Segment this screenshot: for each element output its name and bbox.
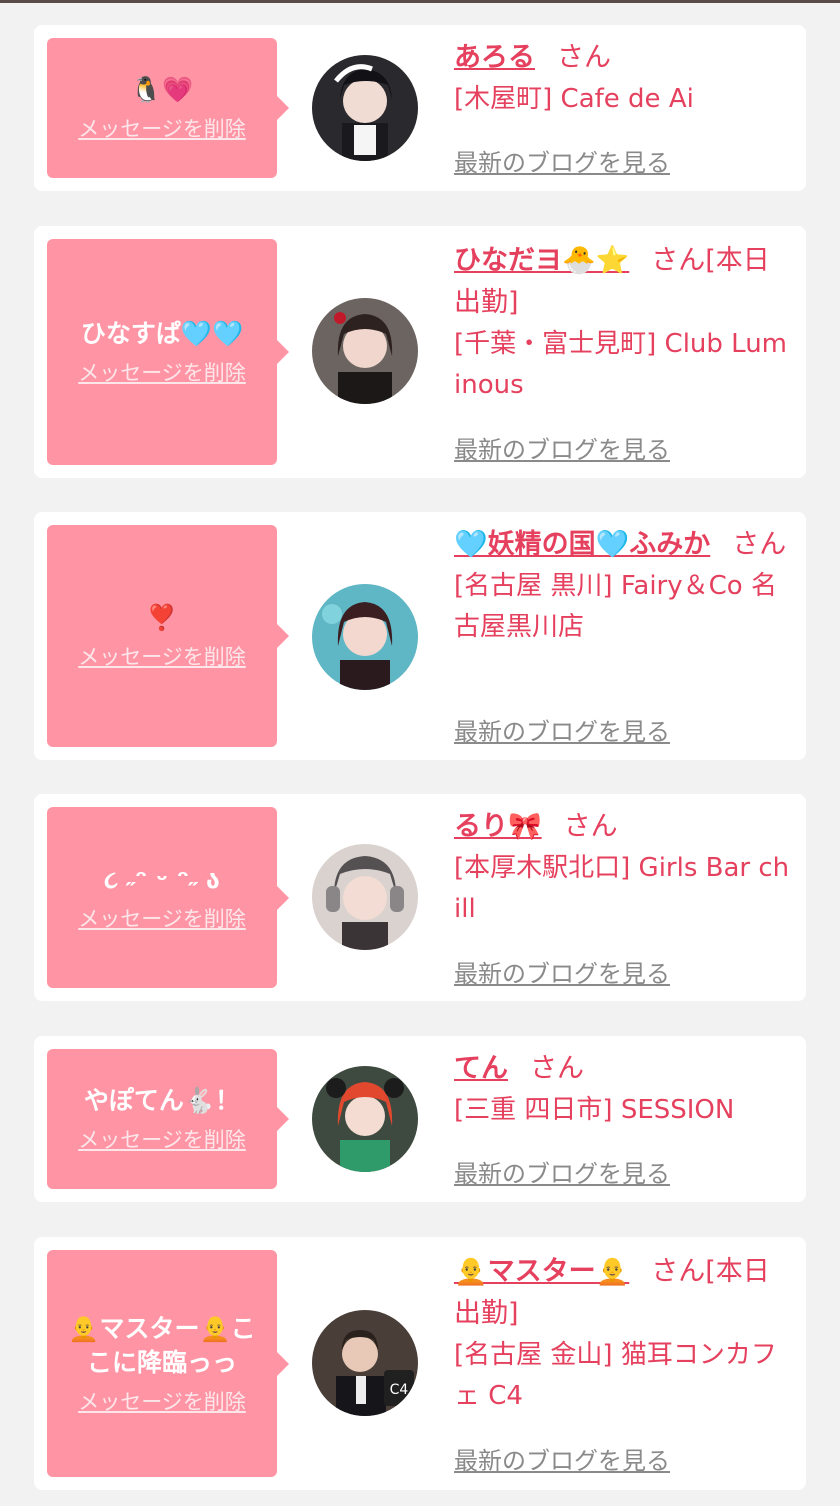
member-name-link[interactable]: あろる <box>454 42 535 73</box>
message-list: 🐧💗 メッセージを削除 あろる さん [木屋町] Cafe de Ai 最新のブロ… <box>0 0 840 1506</box>
message-text: ❣️ <box>146 603 178 632</box>
latest-blog-link[interactable]: 最新のブログを見る <box>454 1154 670 1189</box>
avatar[interactable] <box>312 1066 418 1172</box>
shop-name: [千葉・富士見町] Club Luminous <box>454 329 788 400</box>
delete-message-link[interactable]: メッセージを削除 <box>78 1386 246 1416</box>
honorific: さん <box>732 529 787 560</box>
girl-portrait-icon <box>312 298 418 404</box>
shop-name: [名古屋 金山] 猫耳コンカフェ C4 <box>454 1340 777 1411</box>
shop-name: [三重 四日市] SESSION <box>454 1095 735 1125</box>
message-text: やぽてん🐇！ <box>83 1086 241 1115</box>
message-bubble: ひなすぱ🩵🩵 メッセージを削除 <box>47 239 289 465</box>
maid-portrait-icon <box>312 55 418 161</box>
avatar[interactable] <box>312 584 418 690</box>
man-portrait-icon: C4 <box>312 1310 418 1416</box>
shop-name: [名古屋 黒川] Fairy＆Co 名古屋黒川店 <box>454 571 777 642</box>
name-line: 🩵妖精の国🩵ふみか さん <box>454 524 794 566</box>
delete-message-link[interactable]: メッセージを削除 <box>78 357 246 387</box>
honorific: さん <box>557 42 611 73</box>
message-card: ૮ ˶ᵔ ᵕ ᵔ˶ ა メッセージを削除 るり🎀 さん [本厚木駅北口] Girl… <box>34 794 806 1001</box>
message-bubble: 🧑‍🦲マスター🧑‍🦲ここに降臨っっ メッセージを削除 <box>47 1250 289 1477</box>
message-card: やぽてん🐇！ メッセージを削除 てん さん [三重 四日市] SESSION 最新… <box>34 1036 806 1202</box>
message-text: 🧑‍🦲マスター🧑‍🦲ここに降臨っっ <box>68 1313 256 1377</box>
avatar[interactable]: C4 <box>312 1310 418 1416</box>
message-text: 🐧💗 <box>130 75 194 104</box>
shop-name: [木屋町] Cafe de Ai <box>454 84 694 114</box>
latest-blog-link[interactable]: 最新のブログを見る <box>454 430 670 465</box>
avatar[interactable] <box>312 55 418 161</box>
latest-blog-link[interactable]: 最新のブログを見る <box>454 712 670 747</box>
name-line: あろる さん <box>454 37 794 79</box>
honorific: さん <box>530 1053 584 1084</box>
latest-blog-link[interactable]: 最新のブログを見る <box>454 1441 670 1476</box>
member-name-link[interactable]: るり🎀 <box>454 811 542 842</box>
message-card: 🧑‍🦲マスター🧑‍🦲ここに降臨っっ メッセージを削除 C4 🧑‍🦲マスター🧑‍🦲… <box>34 1237 806 1490</box>
avatar[interactable] <box>312 844 418 950</box>
member-info: るり🎀 さん [本厚木駅北口] Girls Bar chill <box>454 806 794 930</box>
message-text: ひなすぱ🩵🩵 <box>80 319 244 348</box>
message-bubble: ૮ ˶ᵔ ᵕ ᵔ˶ ა メッセージを削除 <box>47 807 289 988</box>
member-name-link[interactable]: てん <box>454 1053 508 1084</box>
svg-text:C4: C4 <box>390 1382 409 1398</box>
delete-message-link[interactable]: メッセージを削除 <box>78 641 246 671</box>
latest-blog-link[interactable]: 最新のブログを見る <box>454 954 670 989</box>
name-line: 🧑‍🦲マスター🧑‍🦲 さん[本日出勤] <box>454 1251 794 1335</box>
delete-message-link[interactable]: メッセージを削除 <box>78 903 246 933</box>
shop-name: [本厚木駅北口] Girls Bar chill <box>454 853 790 924</box>
message-card: ひなすぱ🩵🩵 メッセージを削除 ひなだヨ🐣⭐️ さん[本日出勤] [千葉・富士見町… <box>34 226 806 478</box>
girl-portrait-icon <box>312 844 418 950</box>
latest-blog-link[interactable]: 最新のブログを見る <box>454 143 670 178</box>
member-info: あろる さん [木屋町] Cafe de Ai <box>454 37 794 120</box>
member-info: 🩵妖精の国🩵ふみか さん [名古屋 黒川] Fairy＆Co 名古屋黒川店 <box>454 524 794 648</box>
message-bubble: 🐧💗 メッセージを削除 <box>47 38 289 178</box>
member-info: ひなだヨ🐣⭐️ さん[本日出勤] [千葉・富士見町] Club Luminous <box>454 240 794 406</box>
member-name-link[interactable]: 🧑‍🦲マスター🧑‍🦲 <box>454 1256 629 1287</box>
name-line: ひなだヨ🐣⭐️ さん[本日出勤] <box>454 240 794 324</box>
member-info: 🧑‍🦲マスター🧑‍🦲 さん[本日出勤] [名古屋 金山] 猫耳コンカフェ C4 <box>454 1251 794 1417</box>
delete-message-link[interactable]: メッセージを削除 <box>78 113 246 143</box>
delete-message-link[interactable]: メッセージを削除 <box>78 1124 246 1154</box>
name-line: るり🎀 さん <box>454 806 794 848</box>
message-card: ❣️ メッセージを削除 🩵妖精の国🩵ふみか さん [名古屋 黒川] Fairy＆C… <box>34 512 806 760</box>
honorific: さん <box>651 1256 706 1287</box>
message-text: ૮ ˶ᵔ ᵕ ᵔ˶ ა <box>104 864 220 894</box>
avatar[interactable] <box>312 298 418 404</box>
honorific: さん <box>563 811 618 842</box>
member-name-link[interactable]: ひなだヨ🐣⭐️ <box>454 245 629 276</box>
redhair-portrait-icon <box>312 1066 418 1172</box>
message-bubble: ❣️ メッセージを削除 <box>47 525 289 747</box>
message-card: 🐧💗 メッセージを削除 あろる さん [木屋町] Cafe de Ai 最新のブロ… <box>34 25 806 191</box>
message-bubble: やぽてん🐇！ メッセージを削除 <box>47 1049 289 1189</box>
name-line: てん さん <box>454 1048 794 1090</box>
member-name-link[interactable]: 🩵妖精の国🩵ふみか <box>454 529 710 560</box>
member-info: てん さん [三重 四日市] SESSION <box>454 1048 794 1131</box>
girl-portrait-icon <box>312 584 418 690</box>
honorific: さん <box>651 245 706 276</box>
